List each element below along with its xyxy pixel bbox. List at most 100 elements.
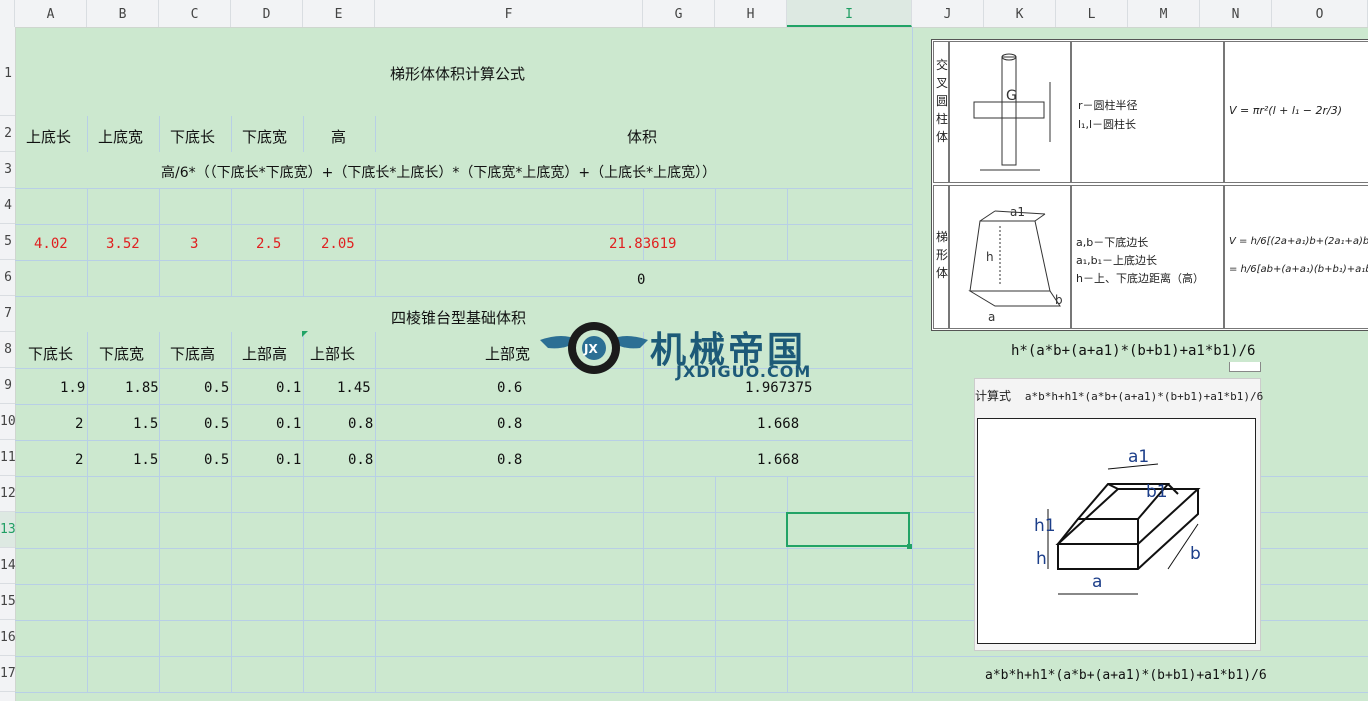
column-header-j[interactable]: J xyxy=(912,0,984,27)
r11-b[interactable]: 1.5 xyxy=(133,452,158,468)
value-bottom-length[interactable]: 3 xyxy=(190,236,198,252)
legend-a1b1: a₁,b₁－上底边长 xyxy=(1076,254,1158,267)
header-height[interactable]: 高 xyxy=(331,126,346,147)
diagram-caption: 计算式 a*b*h+h1*(a*b+(a+a1)*(b+b1)+a1*b1)/6 xyxy=(975,387,1263,404)
r11-e[interactable]: 0.8 xyxy=(348,452,373,468)
column-header-k[interactable]: K xyxy=(984,0,1056,27)
value-volume[interactable]: 21.83619 xyxy=(609,236,676,252)
formula-text-row3[interactable]: 高/6*（（下底长*下底宽）+（下底长*上底长）*（下底宽*上底宽）+（上底长*… xyxy=(161,162,716,182)
column-header-l[interactable]: L xyxy=(1056,0,1128,27)
header-bottom-width[interactable]: 下底宽 xyxy=(242,126,287,147)
r11-f[interactable]: 0.8 xyxy=(497,452,522,468)
trapezoid-formula-2: = h/6[ab+(a+a₁)(b+b₁)+a₁b₁] xyxy=(1229,264,1368,275)
column-header-o[interactable]: O xyxy=(1272,0,1368,27)
select-all-corner[interactable] xyxy=(0,0,15,27)
r9-d[interactable]: 0.1 xyxy=(276,380,301,396)
column-header-i[interactable]: I xyxy=(787,0,912,27)
legend-l: l₁,l－圆柱长 xyxy=(1078,118,1137,131)
row-header-10[interactable]: 10 xyxy=(0,404,15,440)
logo-badge: JX xyxy=(583,342,598,356)
trapezoid-legend: a,b－下底边长 a₁,b₁－上底边长 h－上、下底边距离（高） xyxy=(1071,185,1224,329)
trapezoid-drawing: a1 h a b xyxy=(968,205,1063,324)
r9-a[interactable]: 1.9 xyxy=(60,380,85,396)
value-top-width[interactable]: 3.52 xyxy=(106,236,140,252)
r9-f[interactable]: 0.6 xyxy=(497,380,522,396)
r11-c[interactable]: 0.5 xyxy=(204,452,229,468)
row-header-5[interactable]: 5 xyxy=(0,224,15,260)
header-bottom-length[interactable]: 下底长 xyxy=(170,126,215,147)
header-lower-width[interactable]: 下底宽 xyxy=(99,343,144,364)
r10-f[interactable]: 0.8 xyxy=(497,416,522,432)
r9-e[interactable]: 1.45 xyxy=(337,380,371,396)
row-header-bar: 1 2 3 4 5 6 7 8 9 10 11 12 13 14 15 16 1… xyxy=(0,27,16,701)
column-header-b[interactable]: B xyxy=(87,0,159,27)
trapezoid-formula-1: V = h/6[(2a+a₁)b+(2a₁+a)b₁] xyxy=(1229,236,1368,247)
value-height[interactable]: 2.05 xyxy=(321,236,355,252)
row-header-1[interactable]: 1 xyxy=(0,27,15,116)
formula-text-k8[interactable]: h*(a*b+(a+a1)*(b+b1)+a1*b1)/6 xyxy=(1011,343,1255,359)
header-upper-width[interactable]: 上部宽 xyxy=(485,343,530,364)
value-bottom-width[interactable]: 2.5 xyxy=(256,236,281,252)
r11-a[interactable]: 2 xyxy=(75,452,83,468)
cross-cylinder-formula-cell: V = πr²(l + l₁ − 2r/3) xyxy=(1224,41,1368,183)
row-header-16[interactable]: 16 xyxy=(0,620,15,656)
label-h1: h1 xyxy=(1034,516,1056,536)
value-top-length[interactable]: 4.02 xyxy=(34,236,68,252)
cross-cylinder-formula: V = πr²(l + l₁ − 2r/3) xyxy=(1229,104,1343,117)
row-header-3[interactable]: 3 xyxy=(0,152,15,188)
header-volume[interactable]: 体积 xyxy=(627,126,657,147)
diagram-box: a1 b1 h1 h b a xyxy=(977,418,1256,644)
selected-cell-i13[interactable] xyxy=(786,512,912,549)
row-header-13[interactable]: 13 xyxy=(0,512,15,548)
foundation-block-drawing: a1 b1 h1 h b a xyxy=(1034,447,1201,595)
column-header-d[interactable]: D xyxy=(231,0,303,27)
row-header-4[interactable]: 4 xyxy=(0,188,15,224)
header-top-length[interactable]: 上底长 xyxy=(26,126,71,147)
row-header-6[interactable]: 6 xyxy=(0,260,15,296)
r10-d[interactable]: 0.1 xyxy=(276,416,301,432)
column-header-f[interactable]: F xyxy=(375,0,643,27)
foundation-diagram-image[interactable]: 计算式 a*b*h+h1*(a*b+(a+a1)*(b+b1)+a1*b1)/6… xyxy=(974,378,1263,651)
header-top-width[interactable]: 上底宽 xyxy=(98,126,143,147)
column-header-m[interactable]: M xyxy=(1128,0,1200,27)
column-header-c[interactable]: C xyxy=(159,0,231,27)
row-header-8[interactable]: 8 xyxy=(0,332,15,368)
formula-text-k17[interactable]: a*b*h+h1*(a*b+(a+a1)*(b+b1)+a1*b1)/6 xyxy=(985,668,1267,683)
cross-cylinder-figure: G xyxy=(949,41,1071,183)
r10-a[interactable]: 2 xyxy=(75,416,83,432)
value-row6-g[interactable]: 0 xyxy=(637,272,645,288)
row-header-11[interactable]: 11 xyxy=(0,440,15,476)
column-header-a[interactable]: A xyxy=(15,0,87,27)
row-header-2[interactable]: 2 xyxy=(0,116,15,152)
title-trapezoid-volume[interactable]: 梯形体体积计算公式 xyxy=(390,63,525,84)
label-trapezoid-cell: 梯形体 xyxy=(933,185,949,329)
header-upper-height[interactable]: 上部高 xyxy=(242,343,287,364)
watermark-logo: JX 机械帝国 JXDIGUO.COM xyxy=(538,318,838,384)
row-header-12[interactable]: 12 xyxy=(0,476,15,512)
row-header-17[interactable]: 17 xyxy=(0,656,15,692)
r10-c[interactable]: 0.5 xyxy=(204,416,229,432)
r11-g[interactable]: 1.668 xyxy=(757,452,799,468)
r9-b[interactable]: 1.85 xyxy=(125,380,159,396)
row-header-9[interactable]: 9 xyxy=(0,368,15,404)
column-header-n[interactable]: N xyxy=(1200,0,1272,27)
header-lower-height[interactable]: 下底高 xyxy=(170,343,215,364)
row-header-14[interactable]: 14 xyxy=(0,548,15,584)
header-lower-length[interactable]: 下底长 xyxy=(28,343,73,364)
reference-formula-image[interactable]: 交叉圆柱体 G r－圆柱半径 l₁,l－圆柱长 V = πr²(l + l₁ −… xyxy=(931,39,1368,331)
row-header-15[interactable]: 15 xyxy=(0,584,15,620)
header-upper-length[interactable]: 上部长 xyxy=(310,343,355,364)
r9-c[interactable]: 0.5 xyxy=(204,380,229,396)
image-handle[interactable] xyxy=(1229,362,1261,372)
label-b1: b1 xyxy=(1146,482,1168,502)
title-pyramid-foundation[interactable]: 四棱锥台型基础体积 xyxy=(391,307,526,328)
column-header-g[interactable]: G xyxy=(643,0,715,27)
r10-e[interactable]: 0.8 xyxy=(348,416,373,432)
r10-b[interactable]: 1.5 xyxy=(133,416,158,432)
column-header-e[interactable]: E xyxy=(303,0,375,27)
row-header-7[interactable]: 7 xyxy=(0,296,15,332)
r11-d[interactable]: 0.1 xyxy=(276,452,301,468)
r10-g[interactable]: 1.668 xyxy=(757,416,799,432)
column-header-h[interactable]: H xyxy=(715,0,787,27)
label-trapezoid: 梯形体 xyxy=(936,230,949,280)
